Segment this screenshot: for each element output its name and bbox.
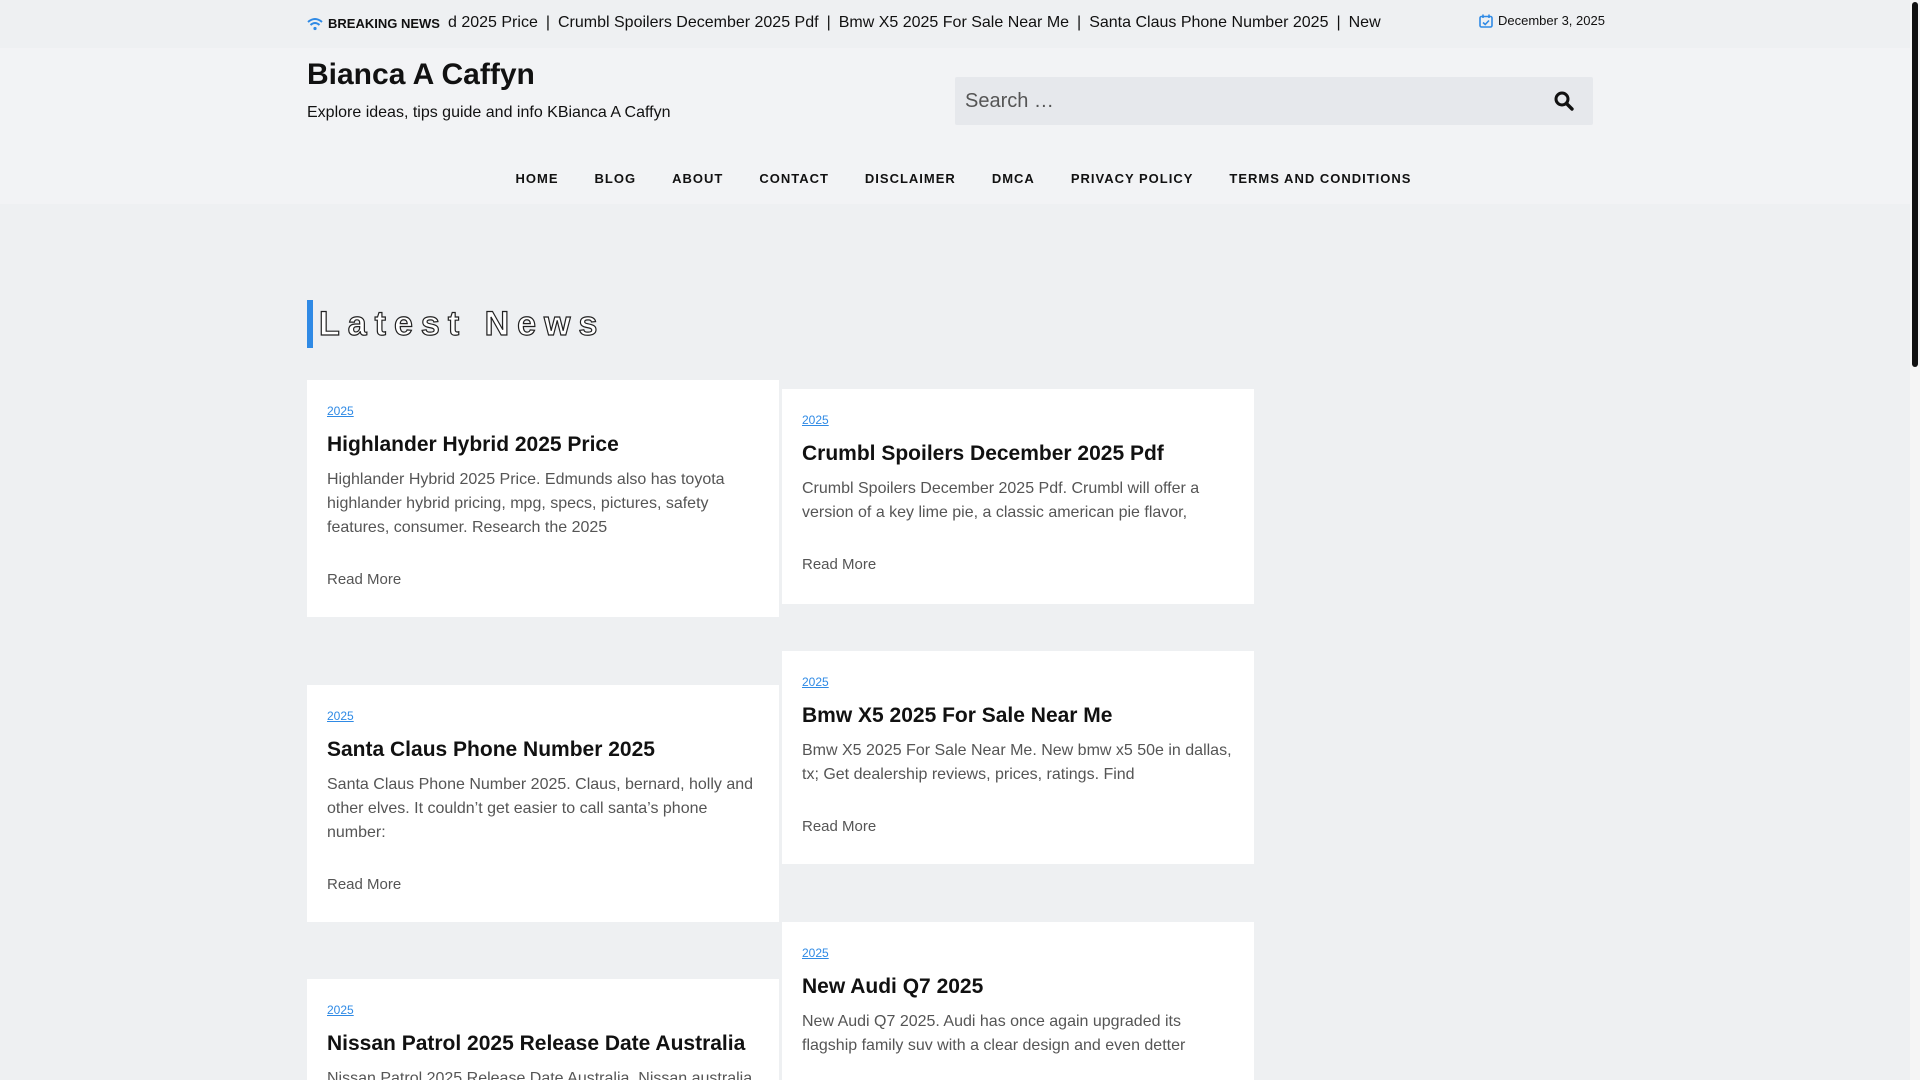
post-title[interactable]: Santa Claus Phone Number 2025 [327, 738, 759, 762]
news-ticker: d 2025 Price | Crumbl Spoilers December 20… [448, 14, 1383, 32]
post-title[interactable]: Highlander Hybrid 2025 Price [327, 433, 759, 457]
ticker-item[interactable]: Santa Claus Phone Number 2025 [1089, 14, 1328, 31]
post-excerpt: Nissan Patrol 2025 Release Date Australi… [327, 1070, 753, 1080]
scrollbar[interactable] [1910, 0, 1920, 1080]
ticker-item[interactable]: Bmw X5 2025 For Sale Near Me [839, 14, 1069, 31]
post-card: 2025 Santa Claus Phone Number 2025 Santa… [307, 685, 779, 922]
section-title: Latest News [318, 304, 606, 343]
post-card: 2025 Bmw X5 2025 For Sale Near Me Bmw X5… [782, 651, 1254, 864]
wifi-icon [307, 17, 323, 30]
ticker-separator: | [1077, 14, 1082, 31]
calendar-check-icon [1479, 14, 1493, 28]
read-more-link[interactable]: Read More [327, 876, 759, 893]
nav-terms-and-conditions[interactable]: TERMS AND CONDITIONS [1229, 166, 1411, 204]
site-header: Bianca A Caffyn Explore ideas, tips guid… [0, 48, 1910, 204]
scrollbar-thumb[interactable] [1912, 2, 1918, 367]
ticker-separator: | [545, 14, 550, 31]
site-tagline: Explore ideas, tips guide and info KBian… [307, 104, 671, 121]
post-category[interactable]: 2025 [327, 404, 759, 418]
post-title[interactable]: Crumbl Spoilers December 2025 Pdf [802, 442, 1234, 466]
post-excerpt: New Audi Q7 2025. Audi has once again up… [802, 1013, 1186, 1054]
post-excerpt: Crumbl Spoilers December 2025 Pdf. Crumb… [802, 480, 1200, 521]
section-heading: Latest News [307, 300, 605, 348]
post-category[interactable]: 2025 [327, 709, 759, 723]
post-category[interactable]: 2025 [802, 946, 1234, 960]
post-category[interactable]: 2025 [802, 413, 1234, 427]
post-category[interactable]: 2025 [802, 675, 1234, 689]
breaking-news-text: BREAKING NEWS [328, 16, 440, 31]
ticker-item[interactable]: Crumbl Spoilers December 2025 Pdf [558, 14, 819, 31]
ticker-item[interactable]: New [1349, 14, 1381, 31]
ticker-separator: | [1336, 14, 1341, 31]
post-excerpt: Highlander Hybrid 2025 Price. Edmunds al… [327, 471, 725, 536]
post-title[interactable]: Nissan Patrol 2025 Release Date Australi… [327, 1032, 759, 1056]
post-card: 2025 New Audi Q7 2025 New Audi Q7 2025. … [782, 922, 1254, 1080]
read-more-link[interactable]: Read More [327, 571, 759, 588]
breaking-news-label: BREAKING NEWS [307, 16, 440, 31]
search-form [955, 77, 1593, 125]
post-category[interactable]: 2025 [327, 1003, 759, 1017]
post-card: 2025 Nissan Patrol 2025 Release Date Aus… [307, 979, 779, 1080]
site-title[interactable]: Bianca A Caffyn [307, 58, 535, 92]
ticker-separator: | [826, 14, 831, 31]
nav-privacy-policy[interactable]: PRIVACY POLICY [1071, 166, 1194, 204]
read-more-link[interactable]: Read More [802, 556, 1234, 573]
nav-disclaimer[interactable]: DISCLAIMER [865, 166, 956, 204]
nav-home[interactable]: HOME [516, 166, 559, 204]
post-card: 2025 Highlander Hybrid 2025 Price Highla… [307, 380, 779, 617]
nav-contact[interactable]: CONTACT [759, 166, 829, 204]
post-title[interactable]: New Audi Q7 2025 [802, 975, 1234, 999]
nav-dmca[interactable]: DMCA [992, 166, 1035, 204]
read-more-link[interactable]: Read More [802, 818, 1234, 835]
post-excerpt: Bmw X5 2025 For Sale Near Me. New bmw x5… [802, 742, 1232, 783]
top-bar: BREAKING NEWS d 2025 Price | Crumbl Spoile… [0, 0, 1910, 48]
date-text: December 3, 2025 [1498, 13, 1605, 28]
ticker-item[interactable]: d 2025 Price [448, 14, 538, 31]
post-card: 2025 Crumbl Spoilers December 2025 Pdf C… [782, 389, 1254, 604]
search-input[interactable] [955, 77, 1515, 125]
current-date: December 3, 2025 [1479, 13, 1605, 28]
post-title[interactable]: Bmw X5 2025 For Sale Near Me [802, 704, 1234, 728]
post-excerpt: Santa Claus Phone Number 2025. Claus, be… [327, 776, 754, 841]
main-navigation: HOME BLOG ABOUT CONTACT DISCLAIMER DMCA … [0, 166, 1910, 204]
nav-about[interactable]: ABOUT [672, 166, 723, 204]
search-icon[interactable] [1553, 90, 1575, 112]
nav-blog[interactable]: BLOG [595, 166, 637, 204]
